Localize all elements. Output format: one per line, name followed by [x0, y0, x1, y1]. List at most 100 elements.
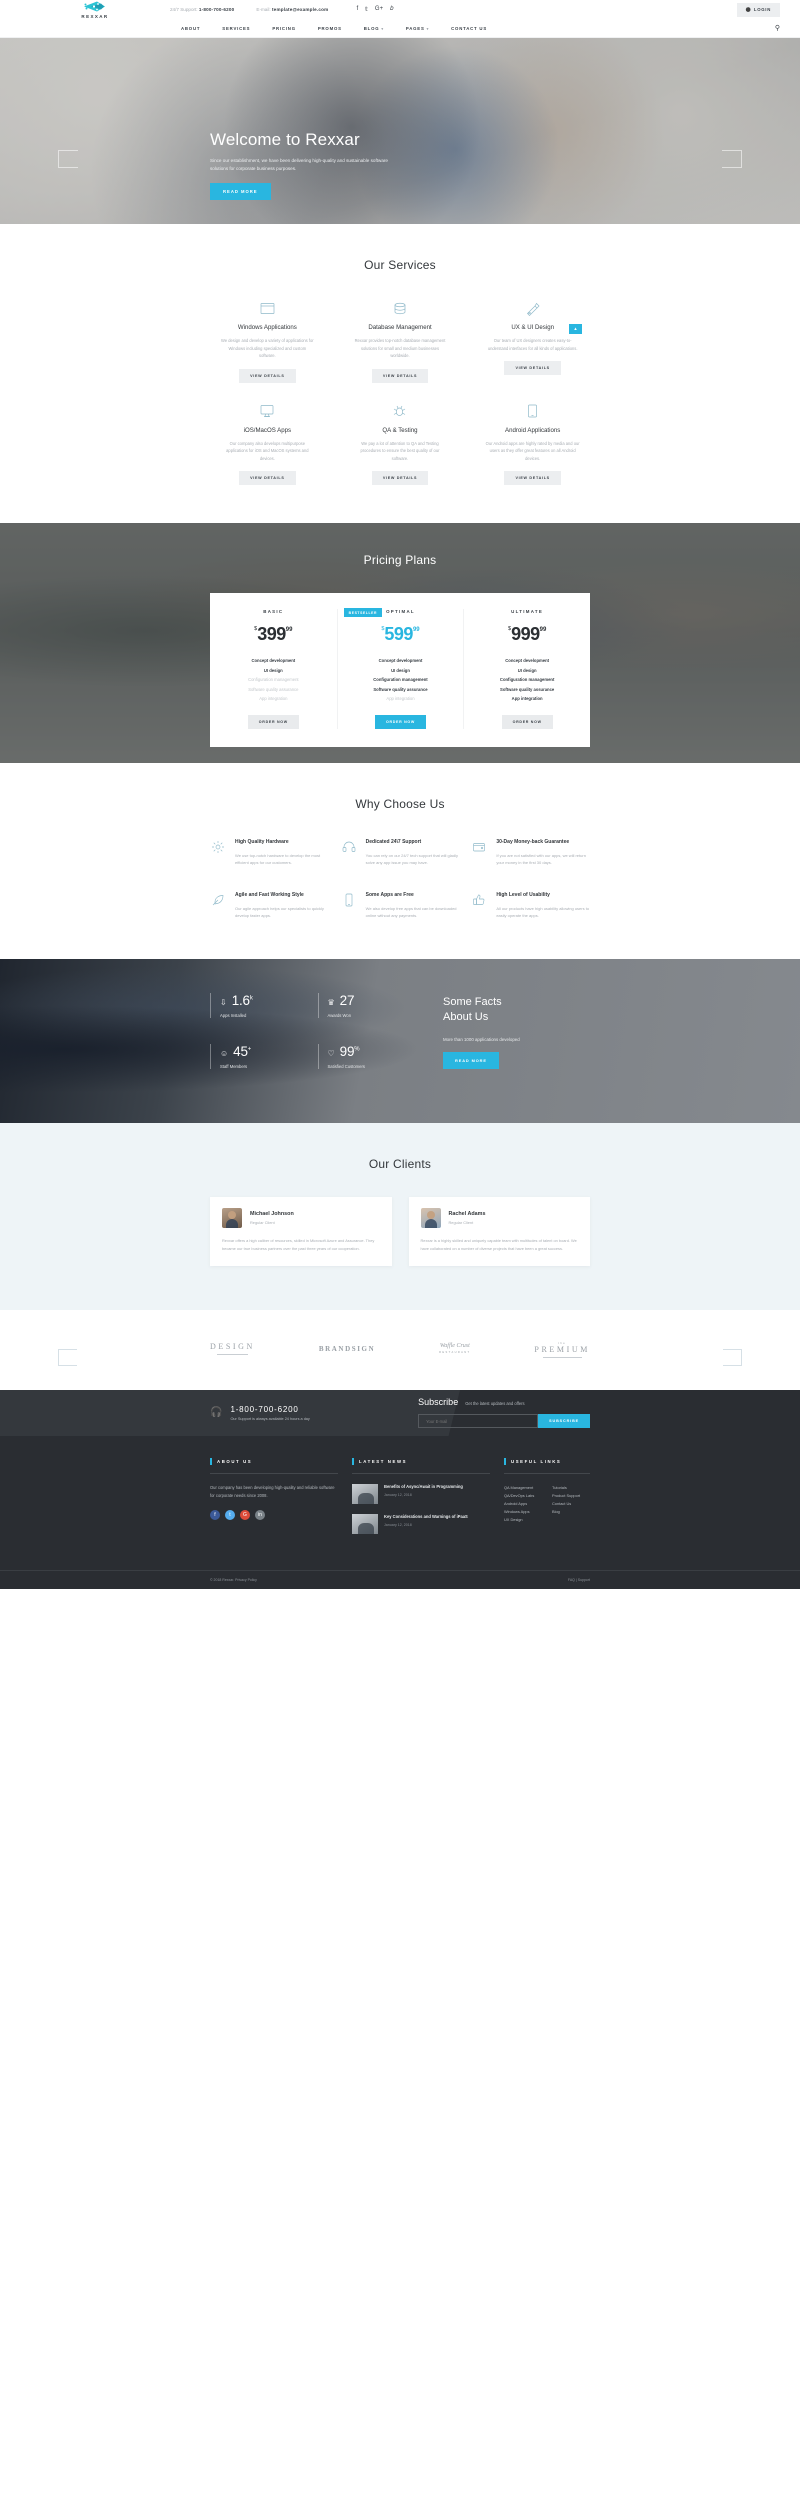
service-card[interactable]: Database Management Rexxar provides top-… [343, 300, 458, 383]
footer-link[interactable]: Windows Apps [504, 1508, 542, 1516]
plan-name: ULTIMATE [511, 609, 544, 615]
footer-link[interactable]: QA Management [504, 1484, 542, 1492]
service-view-details-button[interactable]: VIEW DETAILS [504, 361, 561, 376]
footer-link[interactable]: Contact Us [552, 1500, 590, 1508]
twitter-icon[interactable]: 𝕥 [365, 6, 368, 13]
footer-links-title: USEFUL LINKS [504, 1457, 590, 1465]
why-desc: We use top-notch hardware to develop the… [235, 852, 321, 866]
nav-item-services[interactable]: SERVICES [211, 26, 261, 31]
bestseller-badge: BESTSELLER [343, 608, 383, 618]
footer-link[interactable] [552, 1516, 590, 1524]
why-name: High Level of Usability [496, 892, 550, 899]
nav-item-pages[interactable]: PAGES ▾ [395, 26, 440, 31]
news-item[interactable]: Key Considerations and Warnings of iPaaS… [352, 1513, 490, 1534]
plan-order-button[interactable]: ORDER NOW [247, 714, 299, 729]
footer-link[interactable]: Blog [552, 1508, 590, 1516]
service-card[interactable]: UX & UI Design Our team of UX designers … [475, 300, 590, 383]
service-view-details-button[interactable]: VIEW DETAILS [239, 368, 296, 383]
service-desc: We pay a lot of attention to QA and Test… [360, 440, 440, 461]
footer-bottom-bar: © 2018 Rexxar. Privacy Policy FAQ | Supp… [0, 1569, 800, 1589]
plan-order-button[interactable]: ORDER NOW [501, 714, 553, 729]
footer-about-text: Our company has been developing high-qua… [210, 1484, 335, 1498]
pricing-title: Pricing Plans [363, 553, 437, 568]
twitter-icon[interactable]: t [225, 1509, 235, 1520]
footer-link[interactable]: Product Support [552, 1492, 590, 1500]
service-view-details-button[interactable]: VIEW DETAILS [371, 368, 429, 383]
why-desc: All our products have high usability all… [496, 905, 590, 919]
copyright-text: © 2018 Rexxar. Privacy Policy [210, 1577, 257, 1582]
footer-news-column: LATEST NEWS Benefits of Async/Await in P… [352, 1457, 490, 1544]
google-plus-icon[interactable]: G [240, 1509, 250, 1520]
plan-features: Concept development UI design Configurat… [348, 656, 454, 703]
pen-tool-icon [525, 300, 540, 317]
facebook-icon[interactable]: f [356, 6, 358, 13]
scroll-to-top-button[interactable]: ▴ [569, 324, 582, 334]
plan-order-button[interactable]: ORDER NOW [374, 714, 427, 729]
footer-phone-number[interactable]: 1-800-700-6200 [230, 1405, 309, 1414]
google-plus-icon[interactable]: G+ [375, 6, 383, 13]
nav-menu: ABOUT SERVICES PRICING PROMOS BLOG ▾ PAGE… [170, 26, 498, 31]
footer-links-column: USEFUL LINKS QA Management Tutorials QA/… [504, 1457, 590, 1544]
nav-item-about[interactable]: ABOUT [170, 26, 211, 31]
nav-label: ABOUT [181, 25, 201, 31]
nav-item-pricing[interactable]: PRICING [261, 26, 307, 31]
email-info: E-mail: template@example.com [256, 7, 328, 12]
brand-name: Waffle Crust [439, 1343, 470, 1350]
footer-link[interactable]: QA/DevOps Labs [504, 1492, 542, 1500]
plan-basic: BASIC $ 399 99 Concept development UI de… [210, 609, 337, 729]
nav-label: SERVICES [222, 25, 251, 31]
facts-read-more-button[interactable]: READ MORE [443, 1052, 499, 1070]
why-grid: High Quality Hardware We use top-notch h… [210, 839, 590, 919]
site-logo[interactable]: REXXAR [20, 0, 170, 19]
service-card[interactable]: QA & Testing We pay a lot of attention t… [343, 403, 458, 486]
news-item[interactable]: Benefits of Async/Await in Programming J… [352, 1483, 490, 1504]
title-accent-bar [210, 1457, 212, 1465]
stat-label: Awards Won [327, 1013, 352, 1019]
service-view-details-button[interactable]: VIEW DETAILS [371, 471, 429, 486]
stat-number: 99 [339, 1044, 355, 1060]
service-name: Android Applications [505, 426, 561, 434]
login-button[interactable]: ⚫ LOGIN [736, 2, 780, 17]
email-address[interactable]: template@example.com [272, 7, 328, 12]
subscribe-button[interactable]: SUBSCRIBE [538, 1414, 590, 1429]
footer-link[interactable]: Android Apps [504, 1500, 542, 1508]
service-card[interactable]: Windows Applications We design and devel… [210, 300, 325, 383]
linkedin-icon[interactable]: in [255, 1509, 265, 1520]
testimonial-card: Rachel Adams Regular Client Rexxar is a … [408, 1197, 590, 1266]
subscribe-email-input[interactable] [418, 1414, 539, 1429]
service-card[interactable]: iOS/MacOS Apps Our company also develops… [210, 403, 325, 486]
service-view-details-button[interactable]: VIEW DETAILS [239, 471, 296, 486]
footer-bottom-links[interactable]: FAQ | Support [568, 1578, 590, 1582]
stat-awards-won: ♛ 27 Awards Won [317, 993, 416, 1019]
nav-item-contact-us[interactable]: CONTACT US [440, 26, 498, 31]
footer-phone-note: Our Support is always available 24 hours… [230, 1416, 310, 1421]
nav-item-blog[interactable]: BLOG ▾ [353, 26, 395, 31]
service-view-details-button[interactable]: VIEW DETAILS [504, 471, 561, 486]
why-item: High Level of Usability All our products… [471, 892, 590, 919]
testimonial-card: Michael Johnson Regular Client Rexxar of… [210, 1197, 392, 1266]
avatar [222, 1208, 242, 1229]
news-title: Benefits of Async/Await in Programming [384, 1483, 463, 1489]
avatar [420, 1208, 441, 1229]
service-name: QA & Testing [382, 426, 418, 434]
why-desc: If you are not satisfied with our apps, … [496, 852, 586, 866]
why-name: Some Apps are Free [365, 892, 414, 899]
brand-rule [542, 1356, 582, 1358]
nav-label: PROMOS [317, 25, 342, 31]
footer-link[interactable]: Tutorials [552, 1484, 590, 1492]
plan-name: BASIC [263, 609, 284, 615]
brand-logo-design: DESIGN [210, 1342, 255, 1356]
pinterest-icon[interactable]: 𝑏 [390, 6, 393, 13]
why-item: Agile and Fast Working Style Our agile a… [210, 892, 329, 919]
support-phone[interactable]: 1-800-700-6200 [199, 7, 235, 12]
stats-grid: ⇩ 1.6k Apps Installed ♛ 27 Awards Won ☺ … [210, 993, 416, 1070]
plan-feature: Concept development [505, 658, 550, 664]
plan-feature: UI design [263, 667, 283, 673]
facebook-icon[interactable]: f [210, 1509, 220, 1520]
hero-read-more-button[interactable]: READ MORE [210, 183, 271, 201]
footer-link[interactable]: UX Design [504, 1516, 542, 1524]
subscribe-note: Get the latest updates and offers [465, 1401, 525, 1407]
nav-item-promos[interactable]: PROMOS [307, 26, 353, 31]
search-icon[interactable]: ⚲ [775, 24, 780, 32]
service-card[interactable]: Android Applications Our Android apps ar… [475, 403, 590, 486]
